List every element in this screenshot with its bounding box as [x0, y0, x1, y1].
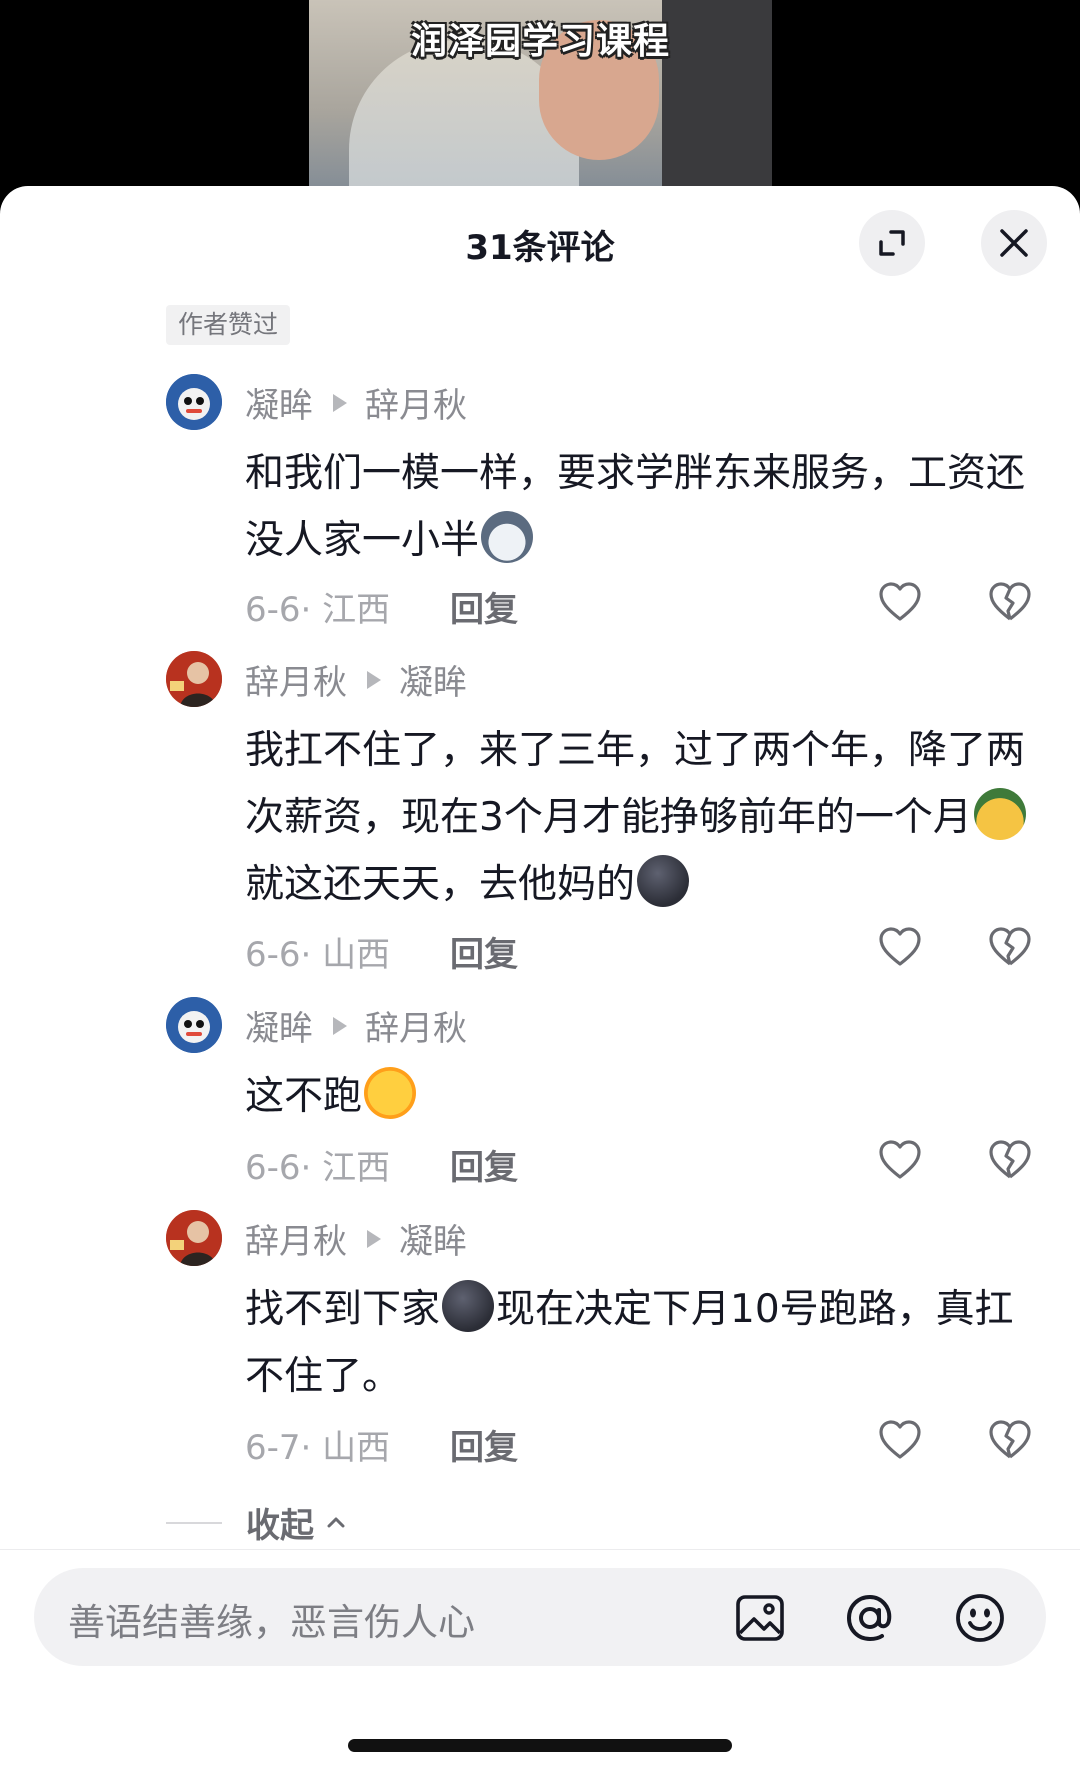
comment-location: 山西 [322, 1428, 391, 1468]
at-mention-icon[interactable] [842, 1590, 898, 1646]
chevron-up-icon [327, 1517, 345, 1527]
reply-button[interactable]: 回复 [450, 1140, 518, 1189]
avatar[interactable] [166, 651, 222, 707]
heart-icon[interactable] [877, 579, 923, 625]
video-caption: 润泽园学习课程 [410, 21, 670, 62]
collapse-replies-button[interactable]: 收起 [166, 1498, 348, 1547]
image-icon[interactable] [732, 1590, 788, 1646]
broken-heart-icon[interactable] [987, 1137, 1033, 1183]
comment-text: 这不跑 [245, 1063, 1035, 1130]
avatar[interactable] [166, 997, 222, 1053]
home-indicator[interactable] [348, 1739, 732, 1752]
comment-date: 6-6 [245, 1148, 301, 1188]
comment-location: 山西 [322, 935, 391, 975]
expand-button[interactable] [859, 210, 925, 276]
sheet-header: 31条评论 [0, 186, 1080, 296]
comment-text-part: 和我们一模一样，要求学胖东来服务，工资还没人家一小半 [245, 451, 1026, 563]
reply-to-user[interactable]: 凝眸 [399, 655, 467, 704]
expand-icon [879, 230, 905, 256]
comment-meta: 6-6· 江西 [245, 582, 390, 631]
comment-date: 6-6 [245, 935, 301, 975]
collapse-label: 收起 [246, 1506, 314, 1546]
reply-to-user[interactable]: 辞月秋 [365, 1001, 467, 1050]
avatar[interactable] [166, 1210, 222, 1266]
video-area[interactable]: 润泽园学习课程 [0, 0, 1080, 200]
close-button[interactable] [981, 210, 1047, 276]
comment-names: 辞月秋 凝眸 [245, 655, 467, 704]
heart-icon[interactable] [877, 924, 923, 970]
comment-text: 和我们一模一样，要求学胖东来服务，工资还没人家一小半 [245, 440, 1035, 574]
comment-text-part: 我扛不住了，来了三年，过了两个年，降了两次薪资，现在3个月才能挣够前年的一个月 [245, 728, 1026, 840]
avatar-image [166, 651, 222, 707]
comment-names: 凝眸 辞月秋 [245, 1001, 467, 1050]
comment-date: 6-7 [245, 1428, 301, 1468]
comment-meta: 6-7· 山西 [245, 1420, 390, 1469]
reply-button[interactable]: 回复 [450, 1420, 518, 1469]
reply-to-user[interactable]: 凝眸 [399, 1214, 467, 1263]
author-liked-badge: 作者赞过 [166, 305, 291, 345]
meta-separator: · [300, 590, 323, 630]
comment-author[interactable]: 凝眸 [245, 1001, 313, 1050]
reply-arrow-icon [333, 1016, 347, 1035]
collapse-divider [166, 1521, 222, 1524]
dark-moon-emoji-icon [442, 1280, 495, 1332]
comment-date: 6-6 [245, 590, 301, 630]
emoji-icon[interactable] [952, 1590, 1008, 1646]
broken-heart-icon[interactable] [987, 579, 1033, 625]
broken-heart-icon[interactable] [987, 1417, 1033, 1463]
comment-meta: 6-6· 江西 [245, 1140, 390, 1189]
meta-separator: · [300, 1428, 323, 1468]
comment-location: 江西 [322, 590, 391, 630]
dark-moon-emoji-icon [637, 855, 690, 907]
meta-separator: · [300, 935, 323, 975]
reply-to-user[interactable]: 辞月秋 [365, 378, 467, 427]
broken-heart-icon[interactable] [987, 924, 1033, 970]
wolf-emoji-icon [481, 511, 534, 563]
comment-author[interactable]: 辞月秋 [245, 655, 347, 704]
heart-icon[interactable] [877, 1417, 923, 1463]
comment-text-part: 这不跑 [245, 1074, 363, 1119]
reply-arrow-icon [367, 1229, 381, 1248]
comment-names: 凝眸 辞月秋 [245, 378, 467, 427]
soldier-emoji-icon [973, 788, 1026, 840]
comment-text: 找不到下家 现在决定下月10号跑路，真扛不住了。 [245, 1276, 1035, 1410]
meta-separator: · [300, 1148, 323, 1188]
reply-arrow-icon [367, 670, 381, 689]
comment-author[interactable]: 凝眸 [245, 378, 313, 427]
reply-button[interactable]: 回复 [450, 582, 518, 631]
comment-names: 辞月秋 凝眸 [245, 1214, 467, 1263]
close-icon [1000, 229, 1028, 257]
avatar[interactable] [166, 374, 222, 430]
comment-input-placeholder[interactable]: 善语结善缘，恶言伤人心 [68, 1592, 475, 1646]
comment-text-part: 就这还天天，去他妈的 [245, 862, 636, 907]
avatar-image [166, 374, 222, 430]
comment-location: 江西 [322, 1148, 391, 1188]
comment-meta: 6-6· 山西 [245, 927, 390, 976]
reply-button[interactable]: 回复 [450, 927, 518, 976]
avatar-image [166, 997, 222, 1053]
comment-text: 我扛不住了，来了三年，过了两个年，降了两次薪资，现在3个月才能挣够前年的一个月就… [245, 717, 1035, 918]
laughing-emoji-icon [364, 1067, 417, 1119]
comment-author[interactable]: 辞月秋 [245, 1214, 347, 1263]
heart-icon[interactable] [877, 1137, 923, 1183]
comment-sheet: 31条评论 作者赞过 凝眸 辞月秋 和我们一模一样，要求学胖东来服务，工资还没人… [0, 186, 1080, 1776]
comment-input-bar[interactable]: 善语结善缘，恶言伤人心 [34, 1568, 1046, 1666]
avatar-image [166, 1210, 222, 1266]
video-thumbnail[interactable]: 润泽园学习课程 [309, 0, 772, 200]
comment-text-part: 找不到下家 [245, 1287, 441, 1332]
reply-arrow-icon [333, 393, 347, 412]
input-divider [0, 1549, 1080, 1550]
